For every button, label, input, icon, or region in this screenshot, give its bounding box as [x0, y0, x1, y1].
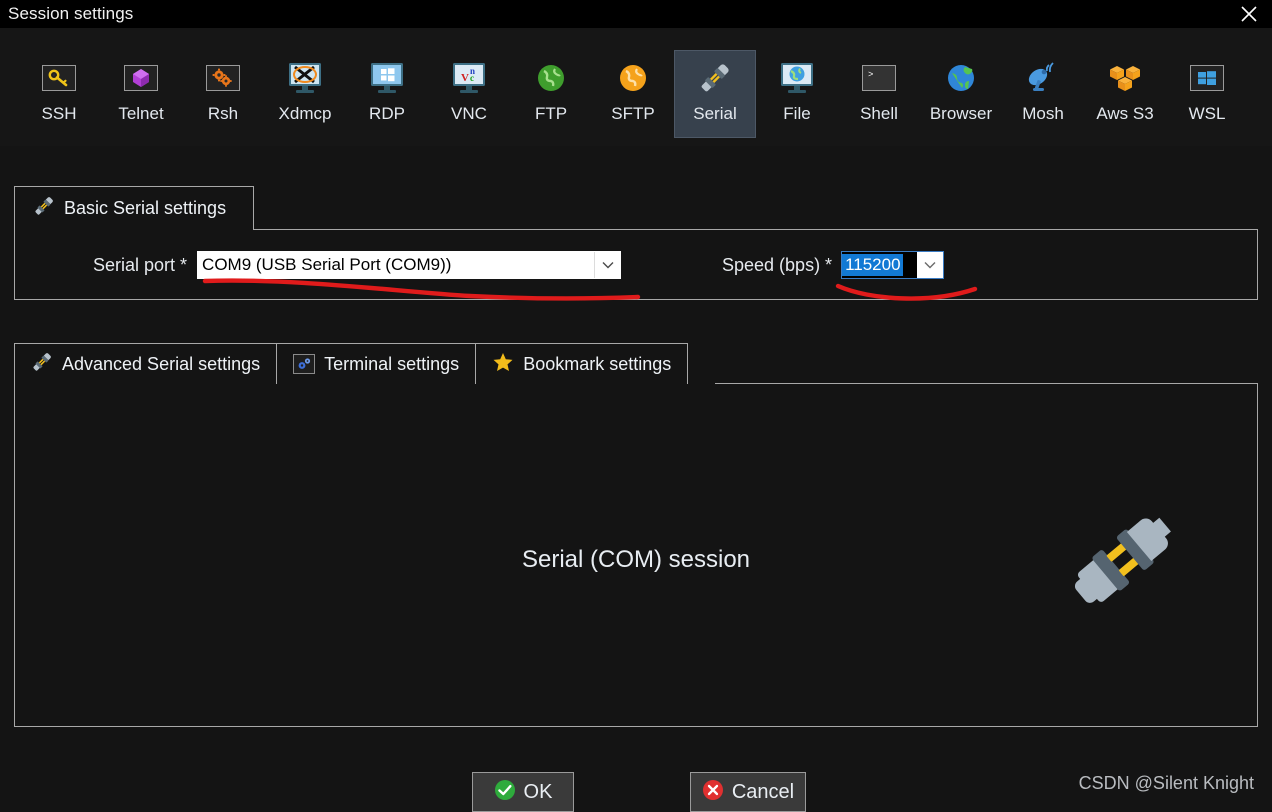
session-type-telnet[interactable]: Telnet	[100, 50, 182, 138]
aws-s3-boxes-icon	[1105, 58, 1145, 98]
svg-text:V: V	[461, 72, 469, 84]
terminal-gear-icon	[293, 354, 316, 374]
basic-serial-settings-body: Serial port * COM9 (USB Serial Port (COM…	[14, 229, 1258, 300]
serial-port-value: COM9 (USB Serial Port (COM9))	[202, 255, 452, 274]
close-icon	[1238, 3, 1260, 25]
check-circle-icon	[494, 779, 516, 806]
browser-globe-icon	[941, 58, 981, 98]
shell-prompt-icon: >	[859, 58, 899, 98]
ok-button-label: OK	[523, 780, 553, 803]
session-type-label: Mosh	[1022, 104, 1064, 123]
session-type-serial[interactable]: Serial	[674, 50, 756, 138]
plug-icon	[31, 351, 53, 378]
cancel-button-label: Cancel	[731, 780, 795, 803]
session-type-label: File	[783, 104, 811, 123]
chevron-down-icon[interactable]	[594, 252, 620, 278]
basic-serial-settings-group: Basic Serial settings Serial port * COM9…	[14, 186, 1258, 300]
window-title: Session settings	[8, 4, 134, 23]
session-type-label: Telnet	[118, 104, 164, 123]
session-type-label: WSL	[1188, 104, 1226, 123]
basic-serial-settings-tab[interactable]: Basic Serial settings	[14, 186, 254, 230]
session-type-xdmcp[interactable]: Xdmcp	[264, 50, 346, 138]
tab-label: Bookmark settings	[523, 353, 672, 374]
star-icon	[492, 351, 514, 378]
session-type-label: Aws S3	[1096, 104, 1154, 123]
mosh-dish-icon	[1023, 58, 1063, 98]
session-type-file[interactable]: File	[756, 50, 838, 138]
session-type-label: Shell	[860, 104, 898, 123]
watermark: CSDN @Silent Knight	[1078, 773, 1254, 793]
session-type-label: SSH	[41, 104, 77, 123]
wsl-windows-icon	[1187, 58, 1227, 98]
cancel-button[interactable]: Cancel	[690, 772, 806, 812]
file-monitor-icon	[777, 58, 817, 98]
session-type-wsl[interactable]: WSL	[1166, 50, 1248, 138]
tab-label: Advanced Serial settings	[62, 353, 261, 374]
session-type-ssh[interactable]: SSH	[18, 50, 100, 138]
tab-terminal-settings[interactable]: Terminal settings	[276, 343, 477, 384]
speed-combobox[interactable]: 115200	[841, 251, 945, 279]
session-type-rdp[interactable]: RDP	[346, 50, 428, 138]
session-type-label: Serial	[693, 104, 737, 123]
session-type-rsh[interactable]: Rsh	[182, 50, 264, 138]
svg-text:>: >	[868, 70, 873, 80]
tab-advanced-serial-settings[interactable]: Advanced Serial settings	[14, 343, 278, 384]
rsh-gears-icon	[203, 58, 243, 98]
x-circle-icon	[702, 779, 724, 806]
ftp-globe-icon	[531, 58, 571, 98]
session-type-label: RDP	[369, 104, 405, 123]
tab-bookmark-settings[interactable]: Bookmark settings	[475, 343, 689, 384]
title-bar: Session settings	[0, 0, 1272, 28]
session-type-vnc[interactable]: V n c VNC	[428, 50, 510, 138]
session-type-aws-s3[interactable]: Aws S3	[1084, 50, 1166, 138]
settings-tab-strip: Advanced Serial settings Terminal settin…	[14, 343, 1258, 384]
session-type-toolbar: SSH Telnet Rsh Xdmcp RDP V n c VNC FTP S…	[0, 28, 1272, 146]
session-type-label: Browser	[929, 104, 993, 123]
session-type-label: Xdmcp	[278, 104, 332, 123]
ssh-key-icon	[39, 58, 79, 98]
telnet-cube-icon	[121, 58, 161, 98]
vnc-monitor-icon: V n c	[449, 58, 489, 98]
session-type-label: VNC	[451, 104, 487, 123]
session-type-label: Rsh	[207, 104, 239, 123]
speed-value: 115200	[842, 254, 903, 276]
xdmcp-monitor-icon	[285, 58, 325, 98]
close-button[interactable]	[1226, 0, 1272, 28]
session-type-mosh[interactable]: Mosh	[1002, 50, 1084, 138]
ok-button[interactable]: OK	[472, 772, 574, 812]
serial-plug-icon	[695, 58, 735, 98]
serial-port-field-row: Serial port * COM9 (USB Serial Port (COM…	[93, 251, 622, 279]
speed-label: Speed (bps) *	[722, 254, 833, 275]
session-type-sftp[interactable]: SFTP	[592, 50, 674, 138]
session-type-browser[interactable]: Browser	[920, 50, 1002, 138]
plug-icon	[33, 195, 55, 222]
session-type-label: FTP	[534, 104, 568, 123]
chevron-down-icon[interactable]	[917, 252, 943, 278]
session-type-label: SFTP	[611, 104, 655, 123]
session-type-shell[interactable]: > Shell	[838, 50, 920, 138]
session-type-ftp[interactable]: FTP	[510, 50, 592, 138]
serial-port-combobox[interactable]: COM9 (USB Serial Port (COM9))	[197, 251, 622, 279]
tab-label: Terminal settings	[324, 353, 460, 374]
rdp-windows-icon	[367, 58, 407, 98]
serial-port-label: Serial port *	[93, 254, 188, 275]
speed-field-row: Speed (bps) * 115200	[722, 251, 945, 279]
serial-plug-large-icon	[1068, 505, 1178, 620]
basic-serial-settings-tab-label: Basic Serial settings	[64, 198, 227, 218]
svg-text:c: c	[470, 73, 474, 83]
sftp-globe-icon	[613, 58, 653, 98]
